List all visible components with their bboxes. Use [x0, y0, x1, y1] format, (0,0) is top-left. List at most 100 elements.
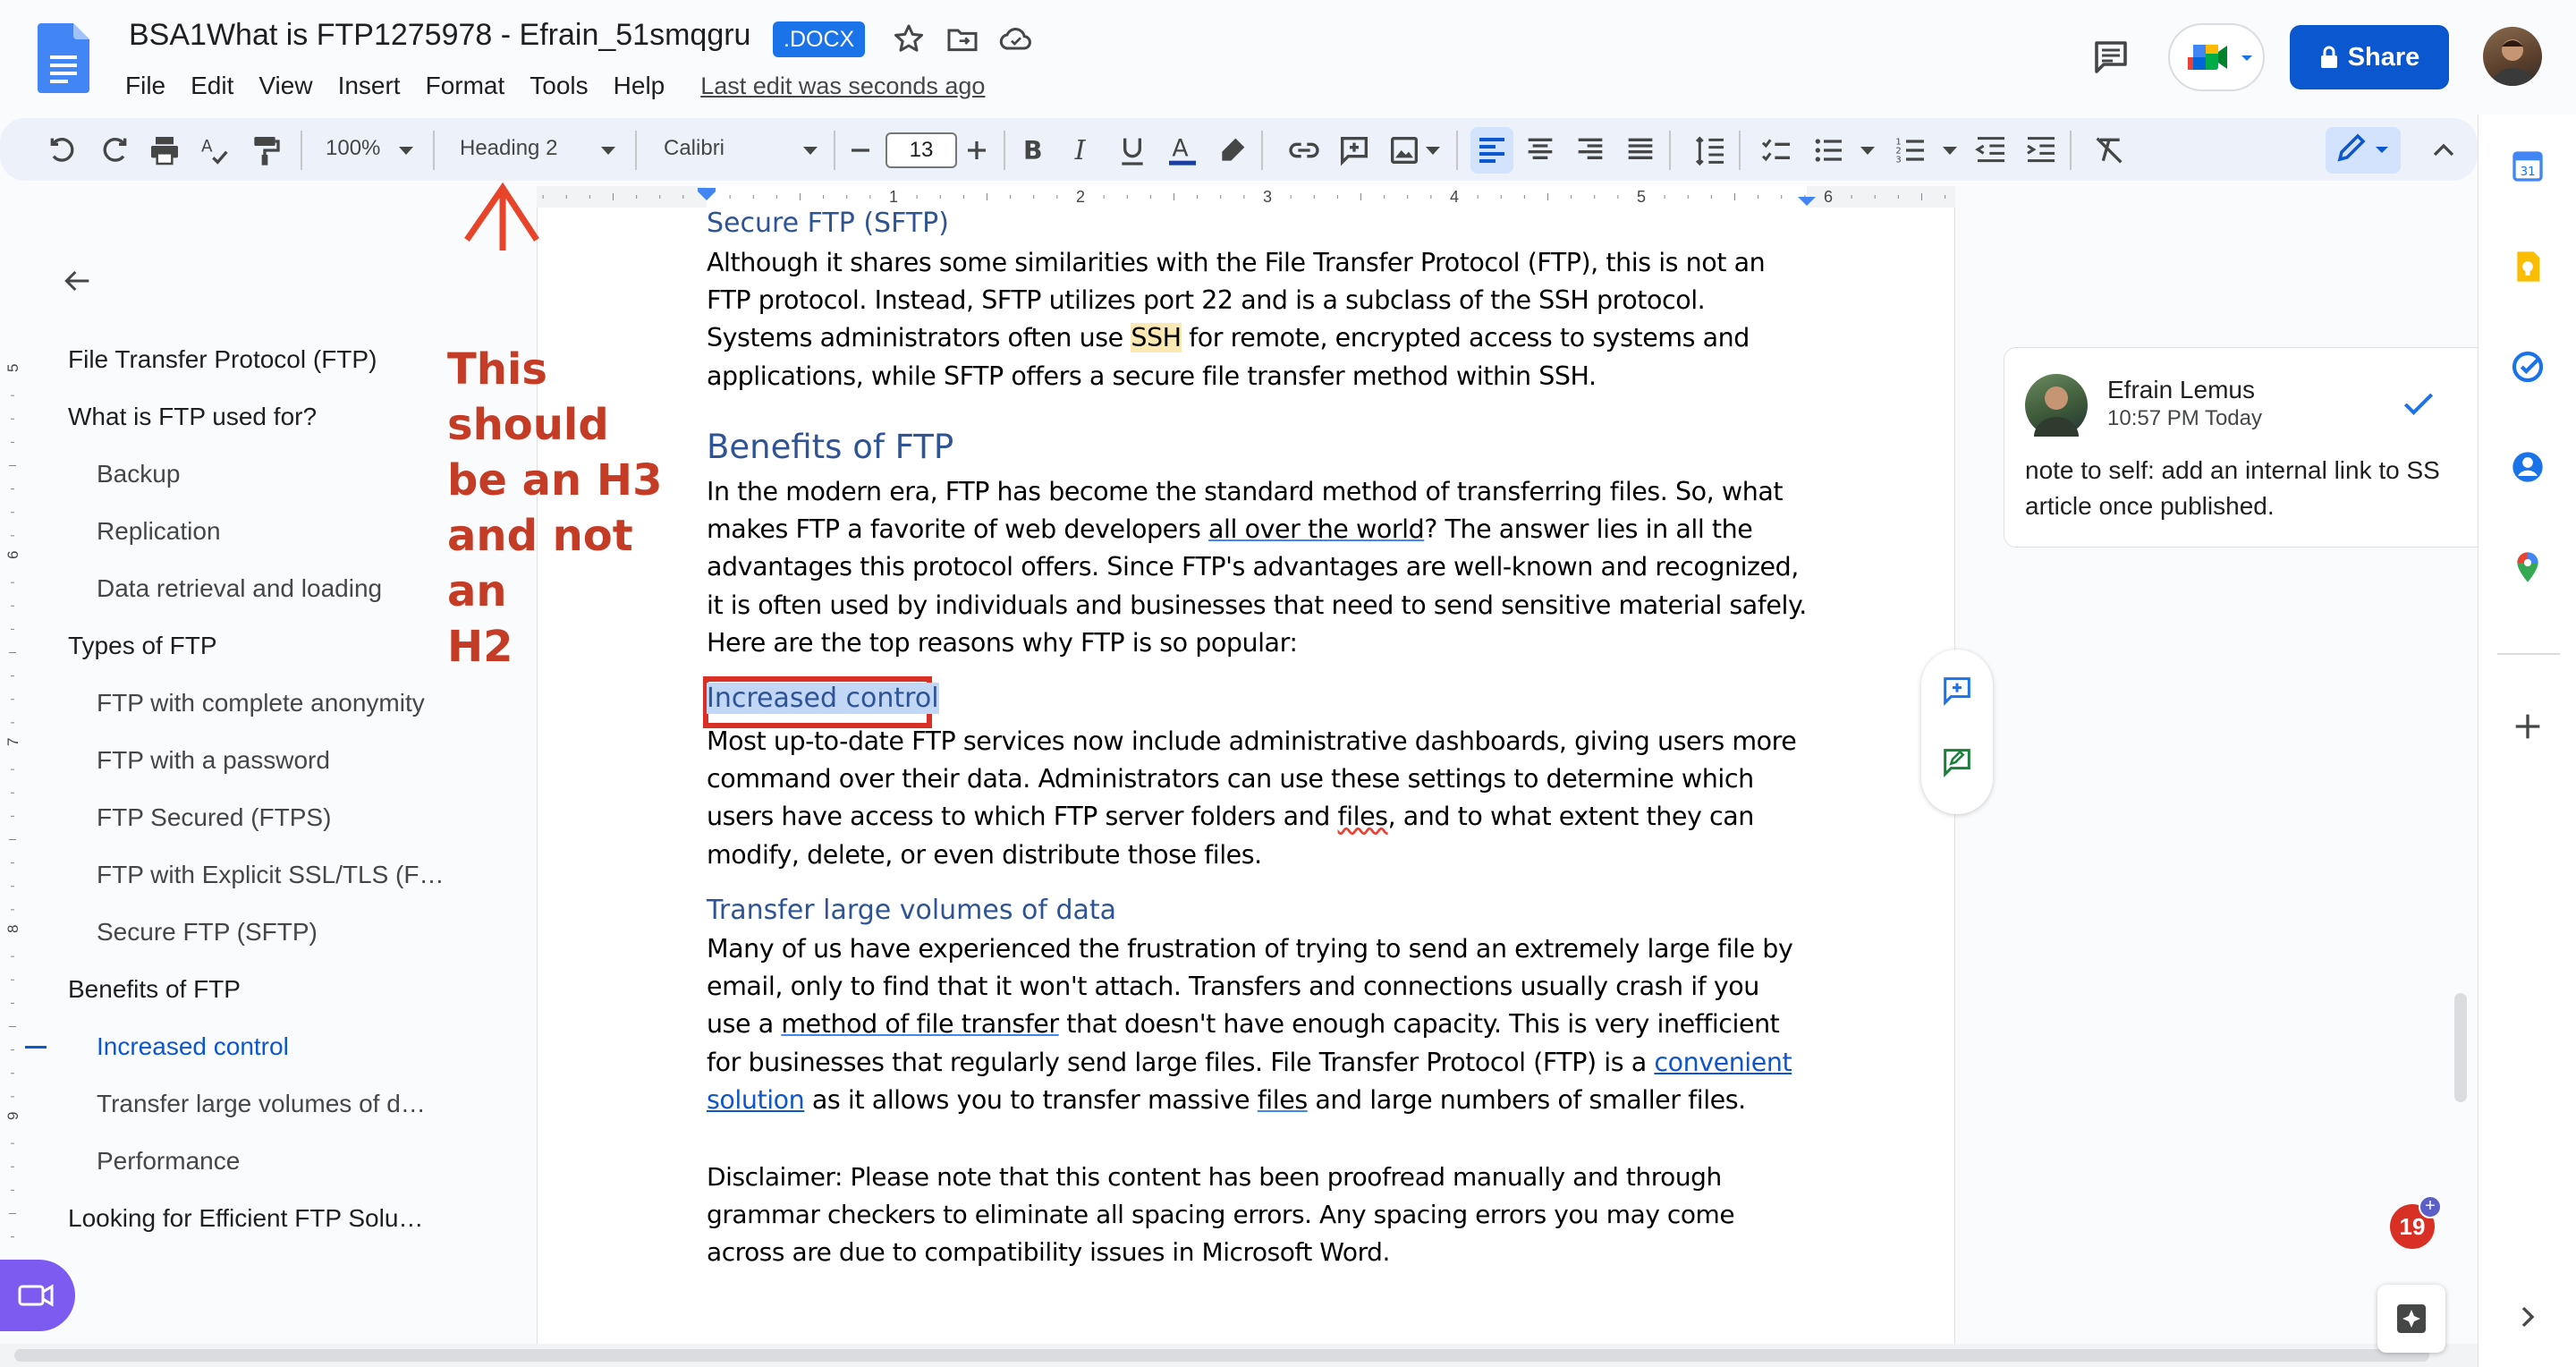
print-icon[interactable] [147, 132, 182, 168]
italic-icon[interactable]: I [1064, 132, 1100, 168]
outline-item-looking-for-efficient-ftp[interactable]: Looking for Efficient FTP Solu… [68, 1204, 423, 1233]
horizontal-scrollbar[interactable] [14, 1349, 2429, 1362]
last-edit-link[interactable]: Last edit was seconds ago [700, 72, 985, 100]
insert-image-icon[interactable] [1386, 132, 1422, 168]
outline-item-what-is-ftp-used-for[interactable]: What is FTP used for? [68, 403, 317, 431]
add-comment-icon[interactable] [1939, 673, 1975, 709]
outline-item-transfer-large-volumes[interactable]: Transfer large volumes of d… [97, 1090, 426, 1118]
outline-item-types-of-ftp[interactable]: Types of FTP [68, 632, 217, 660]
maps-icon[interactable] [2510, 549, 2546, 585]
hide-menus-chevron-up-icon[interactable] [2426, 132, 2462, 168]
image-chevron-down-icon[interactable] [1426, 147, 1440, 155]
vertical-scrollbar[interactable] [2454, 993, 2467, 1102]
increase-indent-icon[interactable] [2023, 132, 2059, 168]
underline-icon[interactable] [1114, 132, 1150, 168]
resolve-check-icon[interactable] [2399, 385, 2438, 424]
paragraph-disclaimer[interactable]: Disclaimer: Please note that this conten… [707, 1159, 1807, 1272]
screen-recorder-button[interactable] [0, 1260, 75, 1331]
decrease-indent-icon[interactable] [1973, 132, 2009, 168]
font-size-input[interactable]: 13 [886, 132, 957, 168]
user-avatar[interactable] [2483, 27, 2542, 86]
paragraph-sftp[interactable]: Although it shares some similarities wit… [707, 244, 1807, 395]
zoom-chevron-down-icon[interactable] [399, 147, 413, 155]
outline-item-ftp-anonymity[interactable]: FTP with complete anonymity [97, 689, 425, 717]
paragraph-style-select[interactable]: Heading 2 [460, 136, 557, 161]
bold-icon[interactable]: B [1014, 132, 1050, 168]
bulleted-list-icon[interactable] [1810, 132, 1846, 168]
style-chevron-down-icon[interactable] [601, 147, 615, 155]
menu-tools[interactable]: Tools [530, 72, 588, 100]
align-left-button[interactable] [1470, 127, 1513, 174]
show-side-panel-chevron-right-icon[interactable] [2510, 1299, 2546, 1335]
get-add-ons-plus-icon[interactable] [2510, 709, 2546, 744]
bullet-chevron-down-icon[interactable] [1860, 147, 1875, 155]
editing-mode-button[interactable] [2326, 127, 2401, 174]
menu-edit[interactable]: Edit [191, 72, 233, 100]
move-to-folder-icon[interactable] [945, 21, 980, 57]
heading-benefits-of-ftp[interactable]: Benefits of FTP [707, 428, 953, 466]
contacts-icon[interactable] [2510, 449, 2546, 485]
checklist-icon[interactable] [1758, 132, 1794, 168]
align-justify-icon[interactable] [1623, 132, 1658, 168]
outline-item-backup[interactable]: Backup [97, 460, 180, 488]
outline-item-ftp-password[interactable]: FTP with a password [97, 746, 330, 775]
numbered-list-icon[interactable]: 123 [1893, 132, 1928, 168]
keep-icon[interactable] [2510, 249, 2546, 284]
decrease-font-size-icon[interactable] [843, 132, 878, 168]
heading-increased-control[interactable]: Increased control [707, 683, 939, 714]
heading-transfer-large-volumes[interactable]: Transfer large volumes of data [707, 895, 1116, 926]
calendar-icon[interactable]: 31 [2510, 149, 2546, 184]
line-spacing-icon[interactable] [1692, 132, 1728, 168]
menu-format[interactable]: Format [426, 72, 505, 100]
outline-item-ftp-explicit-ssl[interactable]: FTP with Explicit SSL/TLS (F… [97, 861, 444, 889]
outline-item-replication[interactable]: Replication [97, 517, 221, 546]
insert-link-icon[interactable] [1286, 132, 1322, 168]
menu-file[interactable]: File [125, 72, 165, 100]
insert-comment-icon[interactable] [1336, 132, 1372, 168]
align-right-icon[interactable] [1572, 132, 1608, 168]
zoom-select[interactable]: 100% [326, 136, 380, 161]
close-outline-arrow-icon[interactable] [59, 263, 95, 299]
paragraph-benefits[interactable]: In the modern era, FTP has become the st… [707, 473, 1807, 662]
suggest-edits-icon[interactable] [1939, 744, 1975, 780]
toolbar-separator [1739, 131, 1741, 170]
share-button[interactable]: Share [2290, 25, 2449, 89]
outline-item-benefits-of-ftp[interactable]: Benefits of FTP [68, 975, 241, 1004]
menu-help[interactable]: Help [614, 72, 665, 100]
paragraph-increased-control[interactable]: Most up-to-date FTP services now include… [707, 723, 1807, 874]
paint-format-icon[interactable] [247, 132, 283, 168]
document-title[interactable]: BSA1What is FTP1275978 - Efrain_51smqgru [129, 18, 750, 53]
text-color-icon[interactable]: A [1165, 132, 1200, 168]
undo-icon[interactable] [45, 132, 80, 168]
outline-item-file-transfer-protocol[interactable]: File Transfer Protocol (FTP) [68, 345, 377, 374]
tasks-icon[interactable] [2510, 349, 2546, 385]
outline-item-performance[interactable]: Performance [97, 1147, 240, 1176]
increase-font-size-icon[interactable] [959, 132, 995, 168]
outline-item-increased-control[interactable]: Increased control [97, 1032, 289, 1061]
redo-icon[interactable] [97, 132, 132, 168]
text-run: and large numbers of smaller files. [1307, 1084, 1746, 1115]
first-line-indent-marker [698, 188, 716, 191]
outline-item-ftps[interactable]: FTP Secured (FTPS) [97, 803, 331, 832]
explore-button[interactable] [2377, 1285, 2445, 1353]
font-chevron-down-icon[interactable] [803, 147, 818, 155]
numbered-chevron-down-icon[interactable] [1943, 147, 1957, 155]
paragraph-transfer-large-volumes[interactable]: Many of us have experienced the frustrat… [707, 930, 1807, 1119]
menu-view[interactable]: View [258, 72, 312, 100]
highlight-color-icon[interactable] [1215, 132, 1250, 168]
meet-button[interactable] [2168, 23, 2265, 91]
menu-insert[interactable]: Insert [338, 72, 401, 100]
annotation-line: be an H3 [447, 455, 663, 505]
cloud-saved-icon[interactable] [998, 21, 1034, 57]
clear-formatting-icon[interactable] [2091, 132, 2127, 168]
outline-item-sftp[interactable]: Secure FTP (SFTP) [97, 918, 318, 947]
heading-secure-ftp[interactable]: Secure FTP (SFTP) [707, 208, 949, 239]
spellcheck-icon[interactable]: A [197, 132, 233, 168]
outline-item-data-retrieval[interactable]: Data retrieval and loading [97, 574, 382, 603]
font-family-select[interactable]: Calibri [664, 136, 724, 161]
comment-history-icon[interactable] [2089, 36, 2132, 79]
docs-logo-icon[interactable] [38, 23, 89, 93]
align-center-icon[interactable] [1522, 132, 1558, 168]
star-icon[interactable] [891, 21, 927, 57]
horizontal-ruler[interactable]: 1234567 [537, 186, 1955, 208]
